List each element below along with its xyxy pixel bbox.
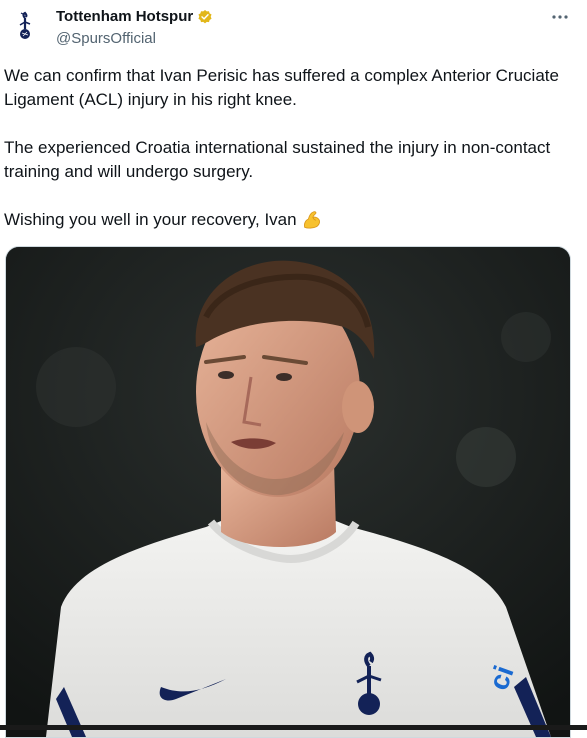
author-handle[interactable]: @SpursOfficial	[56, 29, 213, 49]
flexed-biceps-emoji	[303, 211, 320, 229]
tweet-paragraph-2: The experienced Croatia international su…	[4, 138, 551, 181]
tweet-media-image[interactable]: ci	[5, 246, 571, 738]
author-block: Tottenham Hotspur @SpursOfficial	[56, 6, 213, 49]
more-horizontal-icon	[552, 15, 568, 19]
tweet-text: We can confirm that Ivan Perisic has suf…	[4, 64, 564, 232]
tweet-paragraph-1: We can confirm that Ivan Perisic has suf…	[4, 66, 559, 109]
tweet: Tottenham Hotspur @SpursOfficial We can …	[0, 0, 587, 738]
more-options-button[interactable]	[549, 6, 571, 28]
player-portrait-image: ci	[6, 247, 570, 737]
tweet-paragraph-3: Wishing you well in your recovery, Ivan	[4, 208, 564, 232]
spurs-crest-icon	[19, 11, 31, 39]
avatar[interactable]	[8, 8, 42, 42]
verified-badge-icon	[198, 10, 212, 24]
author-name[interactable]: Tottenham Hotspur	[56, 7, 193, 27]
bottom-edge	[0, 725, 587, 730]
tweet-paragraph-3-text: Wishing you well in your recovery, Ivan	[4, 210, 297, 229]
author-name-row: Tottenham Hotspur	[56, 6, 213, 28]
